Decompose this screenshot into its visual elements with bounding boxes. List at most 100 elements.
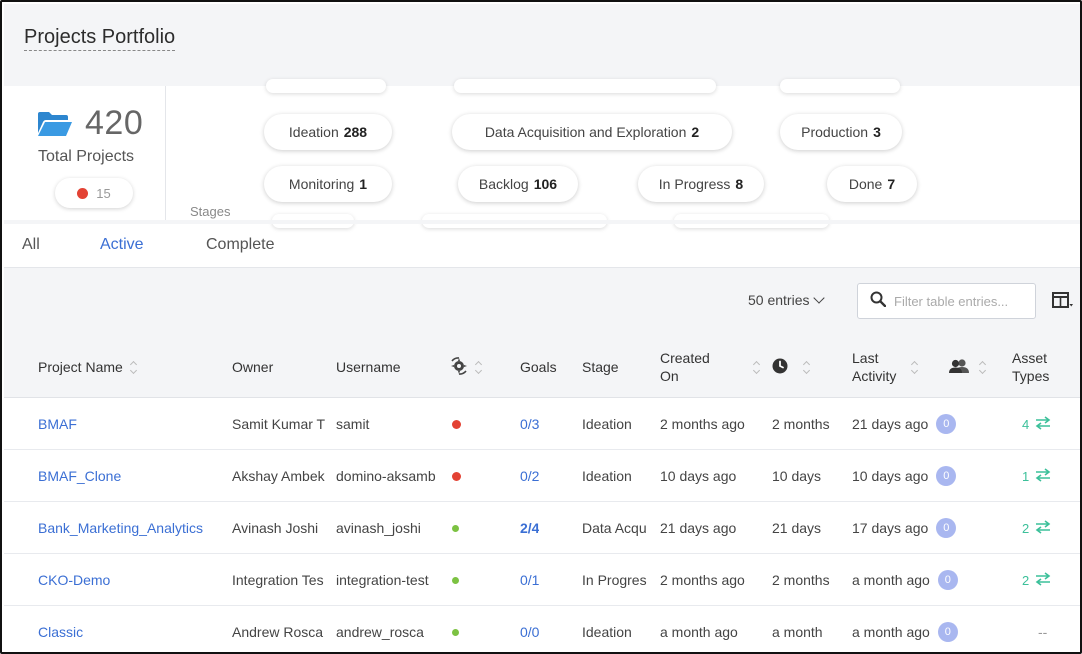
project-name-link[interactable]: BMAF bbox=[38, 398, 228, 450]
filter-input[interactable] bbox=[894, 293, 1024, 309]
status-cell bbox=[452, 450, 461, 502]
collaborators-count-badge[interactable]: 0 bbox=[936, 466, 957, 486]
username-cell: samit bbox=[336, 416, 370, 432]
asset-types-link[interactable]: 1 bbox=[1022, 467, 1051, 485]
columns-icon bbox=[1052, 292, 1074, 315]
flagged-projects-pill[interactable]: 15 bbox=[55, 178, 133, 208]
header-label: Username bbox=[336, 359, 401, 375]
total-projects-count: 420 bbox=[85, 104, 144, 142]
stage-pill-backlog[interactable]: Backlog 106 bbox=[458, 166, 578, 202]
column-header-last-activity[interactable]: Last Activity bbox=[852, 336, 919, 398]
asset-types-link[interactable]: 2 bbox=[1022, 519, 1051, 537]
stage-pill-done[interactable]: Done 7 bbox=[827, 166, 917, 202]
asset-types-link[interactable]: 4 bbox=[1022, 415, 1051, 433]
header-label: Stage bbox=[582, 359, 619, 375]
entries-per-page-select[interactable]: 50 entries bbox=[748, 292, 826, 308]
collaborators-count-badge[interactable]: 0 bbox=[937, 570, 958, 590]
owner-cell: Samit Kumar T bbox=[232, 416, 326, 432]
stage-name: Done bbox=[848, 176, 883, 192]
project-name-link[interactable]: Classic bbox=[38, 606, 228, 652]
table-row: Bank_Marketing_Analytics Avinash Joshi avi… bbox=[4, 502, 1080, 554]
stage-name: Backlog bbox=[478, 176, 529, 192]
owner-cell: Avinash Joshi bbox=[232, 520, 319, 536]
entries-label: 50 entries bbox=[748, 292, 810, 308]
stage-pill-in-progress[interactable]: In Progress 8 bbox=[638, 166, 764, 202]
asset-types-cell: 4 bbox=[1022, 398, 1051, 450]
sort-icon bbox=[752, 360, 760, 374]
last-activity-text: 17 days ago bbox=[852, 520, 929, 536]
status-cell bbox=[452, 502, 459, 554]
page-title: Projects Portfolio bbox=[24, 26, 176, 51]
column-chooser-button[interactable] bbox=[1052, 292, 1074, 315]
summary-panel: 420 Total Projects 15 Stages Ideation 288… bbox=[22, 79, 1080, 228]
tab-active[interactable]: Active bbox=[100, 236, 144, 254]
chevron-down-icon bbox=[813, 292, 826, 304]
username-cell: integration-test bbox=[336, 572, 429, 588]
stage-pill-monitoring[interactable]: Monitoring 1 bbox=[264, 166, 392, 202]
username-cell: avinash_joshi bbox=[336, 520, 421, 536]
status-dot-icon bbox=[452, 419, 461, 429]
created-on-cell: 21 days ago bbox=[660, 520, 737, 536]
table-row: Classic Andrew Rosca andrew_rosca 0/0 Ideati… bbox=[4, 606, 1080, 652]
project-name-link[interactable]: CKO-Demo bbox=[38, 554, 228, 606]
asset-types-link[interactable]: 2 bbox=[1022, 571, 1051, 589]
duration-cell: 2 months bbox=[772, 572, 830, 588]
column-header-duration[interactable] bbox=[772, 336, 811, 398]
status-dot-icon bbox=[452, 471, 461, 481]
projects-table: Project Name Owner Username Goals Stage … bbox=[4, 336, 1080, 652]
tab-complete[interactable]: Complete bbox=[206, 236, 274, 254]
last-activity-text: a month ago bbox=[852, 624, 930, 640]
flagged-count: 15 bbox=[96, 185, 111, 201]
asset-types-cell: -- bbox=[1038, 606, 1047, 652]
last-activity-cell: a month ago 0 bbox=[852, 606, 958, 652]
last-activity-cell: 17 days ago 0 bbox=[852, 502, 957, 554]
collaborators-count-badge[interactable]: 0 bbox=[936, 414, 957, 434]
stage-pill-production[interactable]: Production 3 bbox=[780, 114, 902, 150]
search-icon bbox=[870, 291, 887, 312]
stage-name: Monitoring bbox=[288, 176, 355, 192]
goals-link[interactable]: 0/1 bbox=[520, 572, 539, 588]
stage-pill-hidden bbox=[454, 79, 716, 93]
stage-pill-hidden bbox=[266, 79, 386, 93]
goals-link[interactable]: 0/0 bbox=[520, 624, 539, 640]
goals-link[interactable]: 0/3 bbox=[520, 416, 539, 432]
goals-cell: 0/2 bbox=[520, 450, 539, 502]
last-activity-text: a month ago bbox=[852, 572, 930, 588]
goals-link[interactable]: 0/2 bbox=[520, 468, 539, 484]
project-name-link[interactable]: BMAF_Clone bbox=[38, 450, 228, 502]
last-activity-cell: a month ago 0 bbox=[852, 554, 958, 606]
swap-arrows-icon bbox=[1035, 467, 1051, 485]
collaborators-count-badge[interactable]: 0 bbox=[937, 622, 958, 642]
tab-all[interactable]: All bbox=[22, 236, 40, 254]
stage-name: Data Acquisition and Exploration bbox=[484, 124, 687, 140]
collaborators-count-badge[interactable]: 0 bbox=[936, 518, 957, 538]
sort-icon bbox=[802, 360, 811, 374]
table-row: BMAF_Clone Akshay Ambek domino-aksamb 0/2 Id… bbox=[4, 450, 1080, 502]
column-header-created-on[interactable]: Created On bbox=[660, 336, 760, 398]
header-label: Owner bbox=[232, 359, 274, 375]
owner-cell: Integration Tes bbox=[232, 572, 324, 588]
table-header: Project Name Owner Username Goals Stage … bbox=[4, 336, 1080, 398]
status-cell bbox=[452, 398, 461, 450]
header-label: Last Activity bbox=[852, 350, 897, 384]
sort-icon bbox=[474, 360, 483, 374]
status-dot-icon bbox=[452, 628, 459, 636]
column-header-status[interactable] bbox=[450, 336, 483, 398]
stage-pill-ideation[interactable]: Ideation 288 bbox=[264, 114, 392, 150]
goals-link[interactable]: 2/4 bbox=[520, 520, 539, 536]
filter-field[interactable] bbox=[857, 283, 1036, 319]
column-header-collaborators[interactable] bbox=[948, 336, 987, 398]
header-label: Created On bbox=[660, 350, 710, 384]
created-on-cell: a month ago bbox=[660, 624, 738, 640]
table-body: BMAF Samit Kumar T samit 0/3 Ideation 2 month… bbox=[4, 398, 1080, 652]
total-projects-card: 420 Total Projects 15 bbox=[22, 86, 166, 222]
header-label: Project Name bbox=[38, 359, 123, 375]
project-name-link[interactable]: Bank_Marketing_Analytics bbox=[38, 502, 228, 554]
table-row: BMAF Samit Kumar T samit 0/3 Ideation 2 month… bbox=[4, 398, 1080, 450]
column-header-project-name[interactable]: Project Name bbox=[38, 336, 137, 398]
total-projects-label: Total Projects bbox=[38, 148, 135, 165]
duration-cell: 10 days bbox=[772, 468, 822, 484]
column-header-goals: Goals bbox=[520, 336, 557, 398]
stage-pill-data-acquisition[interactable]: Data Acquisition and Exploration 2 bbox=[452, 114, 732, 150]
created-on-cell: 2 months ago bbox=[660, 416, 745, 432]
